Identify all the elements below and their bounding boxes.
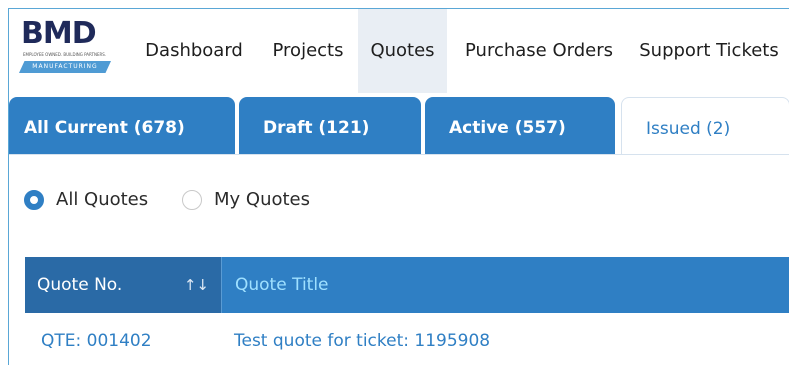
logo-band: MANUFACTURING: [19, 61, 111, 73]
column-header-quote-no[interactable]: Quote No. ↑↓: [25, 257, 221, 313]
quote-number-link[interactable]: QTE: 001402: [41, 313, 152, 365]
top-navigation: BMD EMPLOYEE OWNED. BUILDING PARTNERS. M…: [9, 9, 789, 93]
nav-dashboard[interactable]: Dashboard: [138, 9, 250, 93]
quote-title-link[interactable]: Test quote for ticket: 1195908: [234, 313, 490, 365]
radio-my-quotes-label: My Quotes: [214, 189, 311, 210]
quote-status-tabs: All Current (678) Draft (121) Active (55…: [9, 97, 789, 155]
table-row[interactable]: QTE: 001402 Test quote for ticket: 11959…: [25, 313, 789, 365]
logo-tagline: EMPLOYEE OWNED. BUILDING PARTNERS.: [23, 52, 107, 57]
nav-projects[interactable]: Projects: [260, 9, 356, 93]
tab-issued[interactable]: Issued (2): [621, 97, 789, 155]
tab-draft[interactable]: Draft (121): [239, 97, 421, 155]
radio-selected-icon[interactable]: [24, 190, 44, 210]
radio-all-quotes[interactable]: All Quotes: [24, 185, 148, 215]
logo-text: BMD: [21, 16, 97, 51]
bmd-logo[interactable]: BMD EMPLOYEE OWNED. BUILDING PARTNERS. M…: [19, 16, 117, 81]
tab-active[interactable]: Active (557): [425, 97, 615, 155]
radio-all-quotes-label: All Quotes: [56, 189, 149, 210]
nav-quotes[interactable]: Quotes: [358, 9, 447, 93]
radio-my-quotes[interactable]: My Quotes: [182, 185, 310, 215]
column-header-quote-title[interactable]: Quote Title: [221, 257, 789, 313]
nav-purchase-orders[interactable]: Purchase Orders: [452, 9, 626, 93]
tabs-divider: [9, 154, 789, 155]
quotes-table: Quote No. ↑↓ Quote Title QTE: 001402 Tes…: [25, 257, 789, 365]
table-body: QTE: 001402 Test quote for ticket: 11959…: [25, 313, 789, 365]
app-frame: BMD EMPLOYEE OWNED. BUILDING PARTNERS. M…: [8, 8, 789, 365]
tab-all-current[interactable]: All Current (678): [9, 97, 235, 155]
column-header-quote-no-label: Quote No.: [37, 275, 123, 295]
radio-unselected-icon[interactable]: [182, 190, 202, 210]
nav-support-tickets[interactable]: Support Tickets: [629, 9, 789, 93]
sort-icon[interactable]: ↑↓: [184, 257, 209, 313]
table-header: Quote No. ↑↓ Quote Title: [25, 257, 789, 313]
